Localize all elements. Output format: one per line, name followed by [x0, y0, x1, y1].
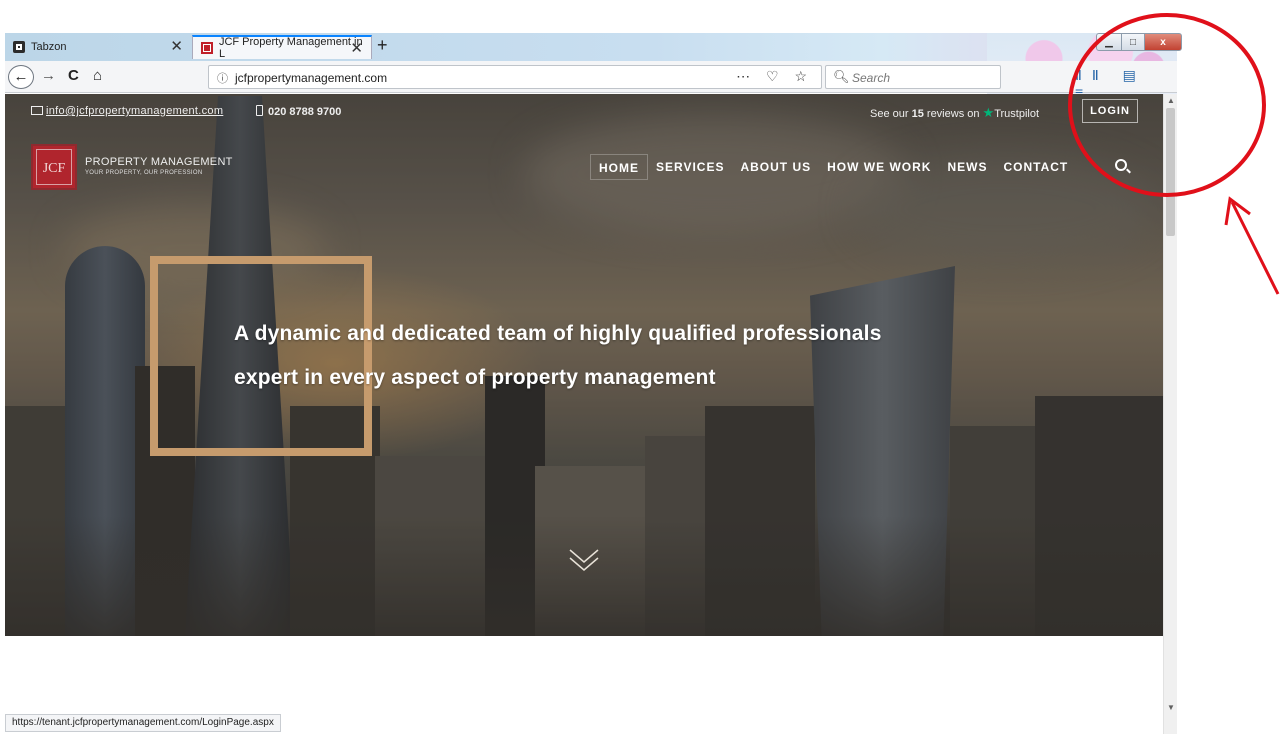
tab-jcf-property-management[interactable]: JCF Property Management in L ✕ [192, 35, 372, 60]
browser-search-input[interactable]: 🔍︎ Search [825, 65, 1001, 89]
nav-news[interactable]: NEWS [939, 154, 995, 180]
status-url: https://tenant.jcfpropertymanagement.com… [5, 714, 281, 732]
email-text: info@jcfpropertymanagement.com [46, 105, 224, 117]
search-icon[interactable] [1115, 159, 1127, 171]
main-navigation: HOME SERVICES ABOUT US HOW WE WORK NEWS … [590, 154, 1076, 180]
logo-mark: JCF [36, 149, 72, 185]
scrollbar-thumb[interactable] [1166, 108, 1175, 236]
login-button[interactable]: LOGIN [1082, 99, 1138, 123]
info-icon[interactable]: ⓘ [217, 70, 228, 86]
email-link[interactable]: info@jcfpropertymanagement.com [31, 105, 223, 117]
reviews-prefix: See our [870, 108, 909, 120]
forward-arrow-icon[interactable]: → [41, 67, 56, 84]
tabzon-favicon-icon [13, 41, 25, 53]
contact-bar: info@jcfpropertymanagement.com 020 8788 … [5, 94, 1163, 130]
nav-about-us[interactable]: ABOUT US [732, 154, 819, 180]
window-maximize-button[interactable]: □ [1121, 33, 1145, 51]
brand-text[interactable]: PROPERTY MANAGEMENT YOUR PROPERTY, OUR P… [85, 156, 233, 176]
hero-headline: A dynamic and dedicated team of highly q… [234, 312, 1134, 400]
search-glass-icon: 🔍︎ [833, 69, 850, 84]
address-bar-url[interactable]: jcfpropertymanagement.com [235, 71, 387, 85]
scroll-down-icon[interactable]: ▼ [1167, 703, 1175, 712]
nav-how-we-work[interactable]: HOW WE WORK [819, 154, 939, 180]
page-viewport: info@jcfpropertymanagement.com 020 8788 … [5, 94, 1163, 714]
tab-title: JCF Property Management in L [218, 36, 363, 60]
hero-banner: info@jcfpropertymanagement.com 020 8788 … [5, 94, 1163, 636]
phone-icon [256, 105, 263, 116]
chevron-down-icon[interactable] [568, 544, 600, 576]
phone-text: 020 8788 9700 [268, 106, 342, 118]
search-placeholder: Search [852, 71, 891, 85]
page-actions-icons[interactable]: ⋯ ♡ ☆ [736, 68, 813, 85]
brand-tagline: YOUR PROPERTY, OUR PROFESSION [85, 170, 203, 176]
hero-headline-line2: expert in every aspect of property manag… [234, 366, 716, 389]
address-bar[interactable]: ⓘ jcfpropertymanagement.com ⋯ ♡ ☆ [208, 65, 822, 89]
tab-tabzon[interactable]: Tabzon ✕ [5, 35, 191, 59]
phone-number[interactable]: 020 8788 9700 [256, 105, 341, 118]
brand-name: PROPERTY MANAGEMENT [85, 156, 233, 168]
tab-close-icon[interactable]: ✕ [350, 39, 363, 57]
tab-title: Tabzon [31, 41, 67, 53]
trustpilot-reviews-link[interactable]: See our 15 reviews on ★Trustpilot [870, 105, 1039, 121]
nav-services[interactable]: SERVICES [648, 154, 732, 180]
browser-toolbar: ← → C ⌂ ⓘ jcfpropertymanagement.com ⋯ ♡ … [5, 61, 1177, 100]
vertical-scrollbar[interactable]: ▲ ▼ [1163, 94, 1177, 734]
tab-close-icon[interactable]: ✕ [170, 37, 183, 55]
annotation-arrow-head [1224, 196, 1251, 226]
browser-tab-strip: Tabzon ✕ JCF Property Management in L ✕ … [5, 33, 1182, 97]
reviews-count: 15 [911, 108, 924, 120]
new-tab-button[interactable]: + [377, 35, 388, 56]
company-logo[interactable]: JCF [31, 144, 77, 190]
home-icon[interactable]: ⌂ [93, 67, 102, 84]
trustpilot-label: Trustpilot [994, 108, 1040, 120]
window-minimize-button[interactable]: ▁ [1096, 33, 1122, 51]
scroll-up-icon[interactable]: ▲ [1167, 96, 1175, 105]
reload-icon[interactable]: C [68, 67, 79, 84]
annotation-arrow-line [1230, 201, 1280, 295]
nav-contact[interactable]: CONTACT [995, 154, 1076, 180]
envelope-icon [31, 106, 43, 115]
trustpilot-star-icon: ★ [982, 105, 995, 120]
jcf-favicon-icon [201, 42, 213, 54]
back-arrow-icon[interactable]: ← [8, 65, 34, 89]
hero-headline-line1: A dynamic and dedicated team of highly q… [234, 322, 882, 345]
window-close-button[interactable]: x [1144, 33, 1182, 51]
nav-home[interactable]: HOME [590, 154, 648, 180]
screenshot-stage: Tabzon ✕ JCF Property Management in L ✕ … [0, 0, 1283, 734]
reviews-suffix: reviews on [926, 108, 980, 120]
